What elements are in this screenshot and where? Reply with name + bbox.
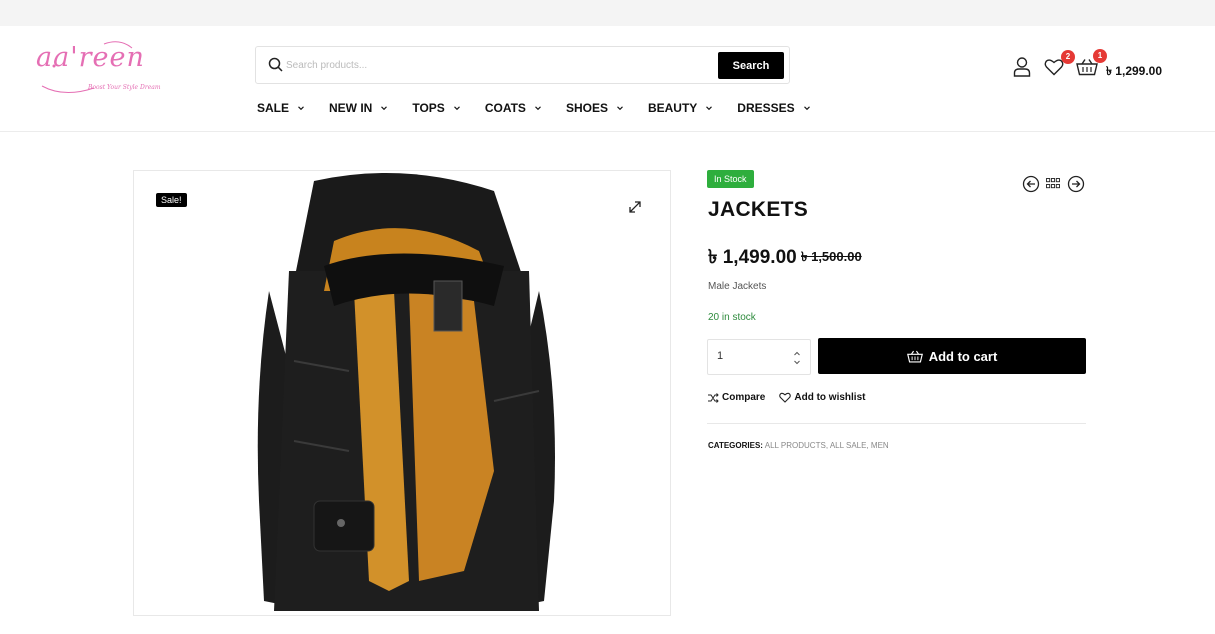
nav-item-label: SHOES xyxy=(565,101,608,115)
product-navigation xyxy=(1022,175,1088,193)
product-actions: Compare Add to wishlist xyxy=(707,392,879,403)
nav-item-shoes[interactable]: SHOES xyxy=(566,100,624,116)
basket-icon xyxy=(906,350,923,362)
site-logo[interactable]: aa'reen Boost Your Style Dream xyxy=(34,36,164,96)
sale-badge: Sale! xyxy=(156,193,187,207)
nav-item-dresses[interactable]: DRESSES xyxy=(737,100,810,116)
chevron-down-icon xyxy=(298,106,304,111)
nav-item-sale[interactable]: SALE xyxy=(257,100,305,116)
user-icon[interactable] xyxy=(1012,56,1032,78)
add-to-wishlist-link[interactable]: Add to wishlist xyxy=(779,392,865,403)
nav-item-label: SALE xyxy=(257,101,290,115)
arrow-right-circle-icon[interactable] xyxy=(1067,175,1085,193)
top-bar xyxy=(0,0,1215,26)
compare-label: Compare xyxy=(722,392,766,403)
search-button[interactable]: Search xyxy=(718,52,784,79)
nav-item-label: DRESSES xyxy=(737,101,795,115)
logo-text: aa'reen xyxy=(36,42,145,73)
stepper-arrows-icon[interactable] xyxy=(792,349,802,367)
product-price: ৳ 1,499.00 xyxy=(708,247,797,268)
nav-item-label: TOPS xyxy=(412,101,445,115)
heart-icon[interactable] xyxy=(1044,58,1064,76)
product-gallery[interactable]: Sale! xyxy=(133,170,671,616)
product-title: JACKETS xyxy=(708,198,809,221)
cart-count-badge: 1 xyxy=(1093,49,1107,63)
quantity-value[interactable]: 1 xyxy=(717,350,723,362)
search-icon xyxy=(268,57,283,72)
arrow-left-circle-icon[interactable] xyxy=(1022,175,1040,193)
chevron-down-icon xyxy=(535,106,541,111)
heart-icon xyxy=(779,392,792,403)
chevron-down-icon xyxy=(706,106,713,111)
cart-total[interactable]: ৳ 1,299.00 xyxy=(1106,63,1162,83)
nav-item-label: NEW IN xyxy=(329,101,373,115)
product-categories: CATEGORIES: ALL PRODUCTS, ALL SALE, MEN xyxy=(708,441,889,450)
search-input[interactable] xyxy=(286,55,706,75)
wishlist-count-badge: 2 xyxy=(1061,50,1075,64)
divider xyxy=(707,423,1086,424)
chevron-down-icon xyxy=(453,106,460,111)
nav-item-label: COATS xyxy=(484,101,526,115)
product-short-description: Male Jackets xyxy=(708,281,767,292)
wishlist-label: Add to wishlist xyxy=(794,392,866,403)
expand-icon[interactable] xyxy=(627,199,643,215)
chevron-down-icon xyxy=(803,106,810,111)
nav-item-coats[interactable]: COATS xyxy=(485,100,542,116)
categories-label: CATEGORIES: xyxy=(708,441,763,450)
add-to-cart-label: Add to cart xyxy=(928,348,998,364)
main-nav: SALE NEW IN TOPS COATS SHOES BEAUTY DRES… xyxy=(257,100,835,116)
stock-badge: In Stock xyxy=(707,170,754,188)
product-image[interactable] xyxy=(194,171,614,616)
nav-item-new-in[interactable]: NEW IN xyxy=(329,100,388,116)
nav-item-label: BEAUTY xyxy=(647,101,698,115)
category-link[interactable]: MEN xyxy=(871,441,889,450)
chevron-down-icon xyxy=(381,106,388,111)
logo-tagline: Boost Your Style Dream xyxy=(88,84,161,91)
nav-item-tops[interactable]: TOPS xyxy=(412,100,460,116)
chevron-down-icon xyxy=(617,106,623,111)
nav-item-beauty[interactable]: BEAUTY xyxy=(648,100,713,116)
quantity-stepper[interactable]: 1 xyxy=(707,339,811,375)
grid-icon[interactable] xyxy=(1046,178,1060,190)
search-bar: Search xyxy=(255,46,790,84)
category-link[interactable]: ALL SALE xyxy=(830,441,867,450)
add-to-cart-button[interactable]: Add to cart xyxy=(818,338,1086,374)
shuffle-icon xyxy=(708,392,719,403)
product-old-price: ৳ 1,500.00 xyxy=(801,249,862,264)
compare-link[interactable]: Compare xyxy=(707,392,765,403)
category-link[interactable]: ALL PRODUCTS xyxy=(765,441,826,450)
stock-quantity: 20 in stock xyxy=(708,312,756,323)
